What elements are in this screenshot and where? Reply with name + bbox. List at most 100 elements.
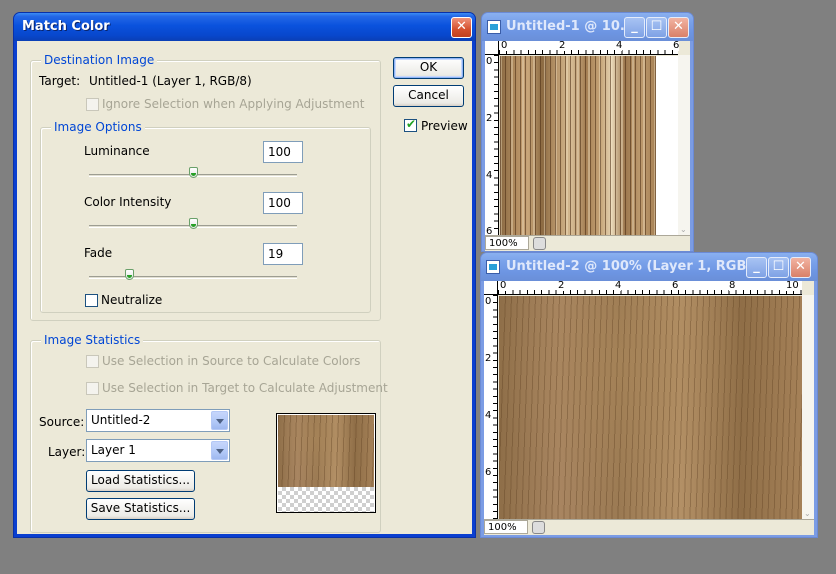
- close-icon: ✕: [795, 259, 806, 274]
- doc1-title: Untitled-1 @ 10...: [506, 19, 635, 34]
- cancel-button[interactable]: Cancel: [393, 85, 464, 107]
- load-statistics-button[interactable]: Load Statistics...: [86, 470, 195, 492]
- dialog-titlebar[interactable]: Match Color: [14, 13, 475, 41]
- ruler-tick-label: 6: [673, 40, 680, 51]
- transparency-checker: [278, 487, 374, 512]
- maximize-icon: ☐: [772, 259, 785, 274]
- doc2-vertical-ruler: 0 2 4 6: [484, 295, 498, 519]
- scroll-down-arrow-icon[interactable]: ⌄: [804, 509, 812, 518]
- status-menu-icon[interactable]: [533, 237, 546, 250]
- use-source-selection-checkbox[interactable]: [86, 355, 99, 368]
- ruler-tick-label: 4: [616, 40, 623, 51]
- ruler-tick-label: 10: [786, 280, 799, 291]
- chevron-down-icon[interactable]: [211, 441, 228, 460]
- fade-slider-thumb[interactable]: [125, 269, 134, 280]
- doc1-maximize-button[interactable]: ☐: [646, 17, 667, 38]
- doc1-status-bar: 100%: [485, 235, 690, 251]
- layer-dropdown[interactable]: Layer 1: [86, 439, 230, 462]
- status-menu-icon[interactable]: [532, 521, 545, 534]
- ruler-tick-label: 2: [485, 353, 492, 364]
- ruler-tick-label: 8: [729, 280, 736, 291]
- check-icon: ✔: [406, 117, 417, 131]
- doc1-vertical-scrollbar[interactable]: ⌄: [678, 55, 690, 235]
- doc1-canvas-area: 0 2 4 6 0 2 4 6 ⌄ 100%: [485, 40, 690, 251]
- layer-dropdown-value: Layer 1: [91, 443, 136, 457]
- doc1-zoom-field[interactable]: 100%: [485, 236, 529, 250]
- fade-input[interactable]: 19: [263, 243, 303, 265]
- ruler-tick-label: 6: [672, 280, 679, 291]
- chevron-down-icon[interactable]: [211, 411, 228, 430]
- doc1-wood-image[interactable]: [500, 56, 656, 235]
- use-target-selection-label: Use Selection in Target to Calculate Adj…: [102, 381, 388, 395]
- doc2-close-button[interactable]: ✕: [790, 257, 811, 278]
- ruler-origin: [484, 281, 498, 295]
- doc2-vertical-scrollbar[interactable]: ⌄: [802, 295, 814, 519]
- scroll-down-arrow-icon[interactable]: ⌄: [680, 225, 688, 234]
- photoshop-doc-icon: [486, 260, 500, 274]
- ruler-tick-label: 0: [486, 56, 493, 67]
- ruler-tick-label: 4: [486, 170, 493, 181]
- neutralize-checkbox[interactable]: [85, 294, 98, 307]
- doc2-horizontal-ruler: 0 2 4 6 8 10: [498, 281, 802, 295]
- ruler-tick-label: 0: [501, 40, 508, 51]
- preview-checkbox[interactable]: ✔: [404, 117, 417, 132]
- luminance-input[interactable]: 100: [263, 141, 303, 163]
- document-window-untitled-2: Untitled-2 @ 100% (Layer 1, RGB/8*) _ ☐ …: [480, 252, 818, 538]
- source-dropdown[interactable]: Untitled-2: [86, 409, 230, 432]
- layer-label: Layer:: [48, 445, 86, 459]
- neutralize-label: Neutralize: [101, 293, 163, 307]
- save-statistics-button[interactable]: Save Statistics...: [86, 498, 195, 520]
- doc1-minimize-button[interactable]: _: [624, 17, 645, 38]
- fade-label: Fade: [84, 246, 113, 260]
- image-statistics-legend: Image Statistics: [41, 333, 144, 347]
- fade-slider-track[interactable]: [89, 276, 297, 279]
- doc2-zoom-field[interactable]: 100%: [484, 520, 528, 534]
- doc2-minimize-button[interactable]: _: [746, 257, 767, 278]
- image-options-group: Image Options Luminance 100 Color Intens…: [40, 120, 371, 313]
- ruler-origin: [485, 41, 499, 55]
- ruler-tick-label: 2: [558, 280, 565, 291]
- use-target-selection-checkbox[interactable]: [86, 382, 99, 395]
- ruler-tick-label: 0: [485, 296, 492, 307]
- close-icon: ✕: [456, 19, 467, 34]
- destination-image-legend: Destination Image: [41, 53, 158, 67]
- ignore-selection-label: Ignore Selection when Applying Adjustmen…: [102, 97, 365, 111]
- luminance-label: Luminance: [84, 144, 150, 158]
- source-dropdown-value: Untitled-2: [91, 413, 151, 427]
- ruler-tick-label: 6: [485, 467, 492, 478]
- minimize-icon: _: [631, 19, 638, 34]
- color-intensity-input[interactable]: 100: [263, 192, 303, 214]
- photoshop-doc-icon: [487, 20, 501, 34]
- dialog-close-button[interactable]: ✕: [451, 17, 472, 38]
- dialog-body: Destination Image Target: Untitled-1 (La…: [17, 41, 472, 534]
- ruler-tick-label: 0: [500, 280, 507, 291]
- ruler-tick-label: 4: [485, 410, 492, 421]
- close-icon: ✕: [673, 19, 684, 34]
- source-preview-thumbnail: [276, 413, 376, 513]
- image-options-legend: Image Options: [51, 120, 145, 134]
- ruler-tick-label: 2: [486, 113, 493, 124]
- doc2-canvas-area: 0 2 4 6 8 10 0 2 4 6 ⌄ 100%: [484, 281, 814, 535]
- source-preview-image: [278, 415, 374, 487]
- ruler-tick-label: 2: [559, 40, 566, 51]
- doc2-title: Untitled-2 @ 100% (Layer 1, RGB/8*): [506, 259, 773, 274]
- document-window-untitled-1: Untitled-1 @ 10... _ ☐ ✕ 0 2 4 6 0 2 4 6…: [481, 12, 694, 252]
- luminance-slider-thumb[interactable]: [189, 167, 198, 178]
- minimize-icon: _: [753, 259, 760, 274]
- dialog-title: Match Color: [22, 19, 110, 34]
- ok-button[interactable]: OK: [393, 57, 464, 79]
- doc2-status-bar: 100%: [484, 519, 814, 535]
- destination-image-group: Destination Image Target: Untitled-1 (La…: [30, 53, 381, 321]
- source-label: Source:: [39, 415, 85, 429]
- doc2-wood-image[interactable]: [499, 296, 802, 519]
- target-value: Untitled-1 (Layer 1, RGB/8): [89, 74, 252, 88]
- image-statistics-group: Image Statistics Use Selection in Source…: [30, 333, 388, 533]
- doc1-vertical-ruler: 0 2 4 6: [485, 55, 499, 237]
- color-intensity-slider-thumb[interactable]: [189, 218, 198, 229]
- ignore-selection-checkbox[interactable]: [86, 98, 99, 111]
- doc2-maximize-button[interactable]: ☐: [768, 257, 789, 278]
- use-source-selection-label: Use Selection in Source to Calculate Col…: [102, 354, 361, 368]
- doc1-close-button[interactable]: ✕: [668, 17, 689, 38]
- match-color-dialog: Match Color ✕ Destination Image Target: …: [13, 12, 476, 538]
- color-intensity-label: Color Intensity: [84, 195, 172, 209]
